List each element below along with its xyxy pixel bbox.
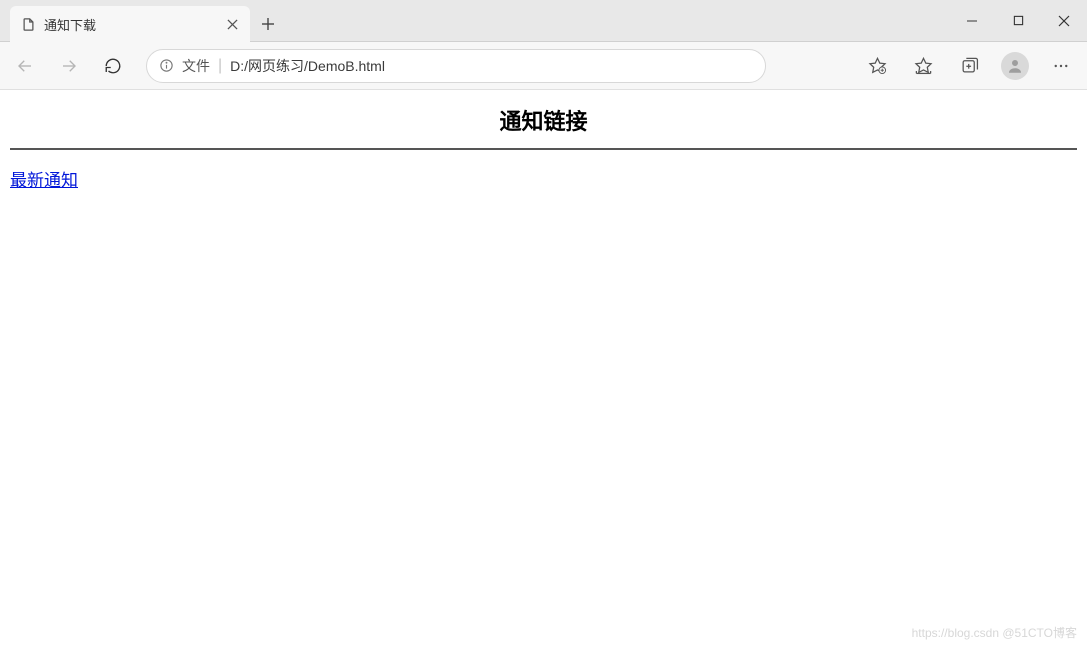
address-path: D:/网页练习/DemoB.html [230, 56, 385, 76]
page-content: 通知链接 最新通知 [0, 90, 1087, 205]
close-window-button[interactable] [1041, 0, 1087, 41]
forward-button[interactable] [50, 47, 88, 85]
address-scheme-label: 文件 [182, 56, 210, 76]
close-tab-button[interactable] [224, 16, 240, 32]
back-button[interactable] [6, 47, 44, 85]
profile-button[interactable] [995, 47, 1035, 85]
divider [10, 148, 1077, 150]
latest-notice-link[interactable]: 最新通知 [10, 171, 78, 190]
minimize-button[interactable] [949, 0, 995, 41]
refresh-button[interactable] [94, 47, 132, 85]
file-icon [20, 16, 36, 32]
new-tab-button[interactable] [250, 6, 286, 41]
titlebar-spacer [286, 0, 949, 41]
tab-title: 通知下载 [44, 15, 224, 34]
collections-button[interactable] [949, 47, 989, 85]
address-bar[interactable]: 文件 | D:/网页练习/DemoB.html [146, 49, 766, 83]
add-favorite-button[interactable] [857, 47, 897, 85]
window-controls [949, 0, 1087, 41]
browser-tab[interactable]: 通知下载 [10, 6, 250, 42]
maximize-button[interactable] [995, 0, 1041, 41]
page-heading: 通知链接 [10, 104, 1077, 136]
avatar-icon [1001, 52, 1029, 80]
toolbar: 文件 | D:/网页练习/DemoB.html [0, 42, 1087, 90]
address-separator: | [218, 57, 222, 75]
favorites-button[interactable] [903, 47, 943, 85]
more-button[interactable] [1041, 47, 1081, 85]
info-icon [159, 58, 174, 73]
watermark: https://blog.csdn @51CTO博客 [912, 624, 1077, 641]
titlebar: 通知下载 [0, 0, 1087, 42]
